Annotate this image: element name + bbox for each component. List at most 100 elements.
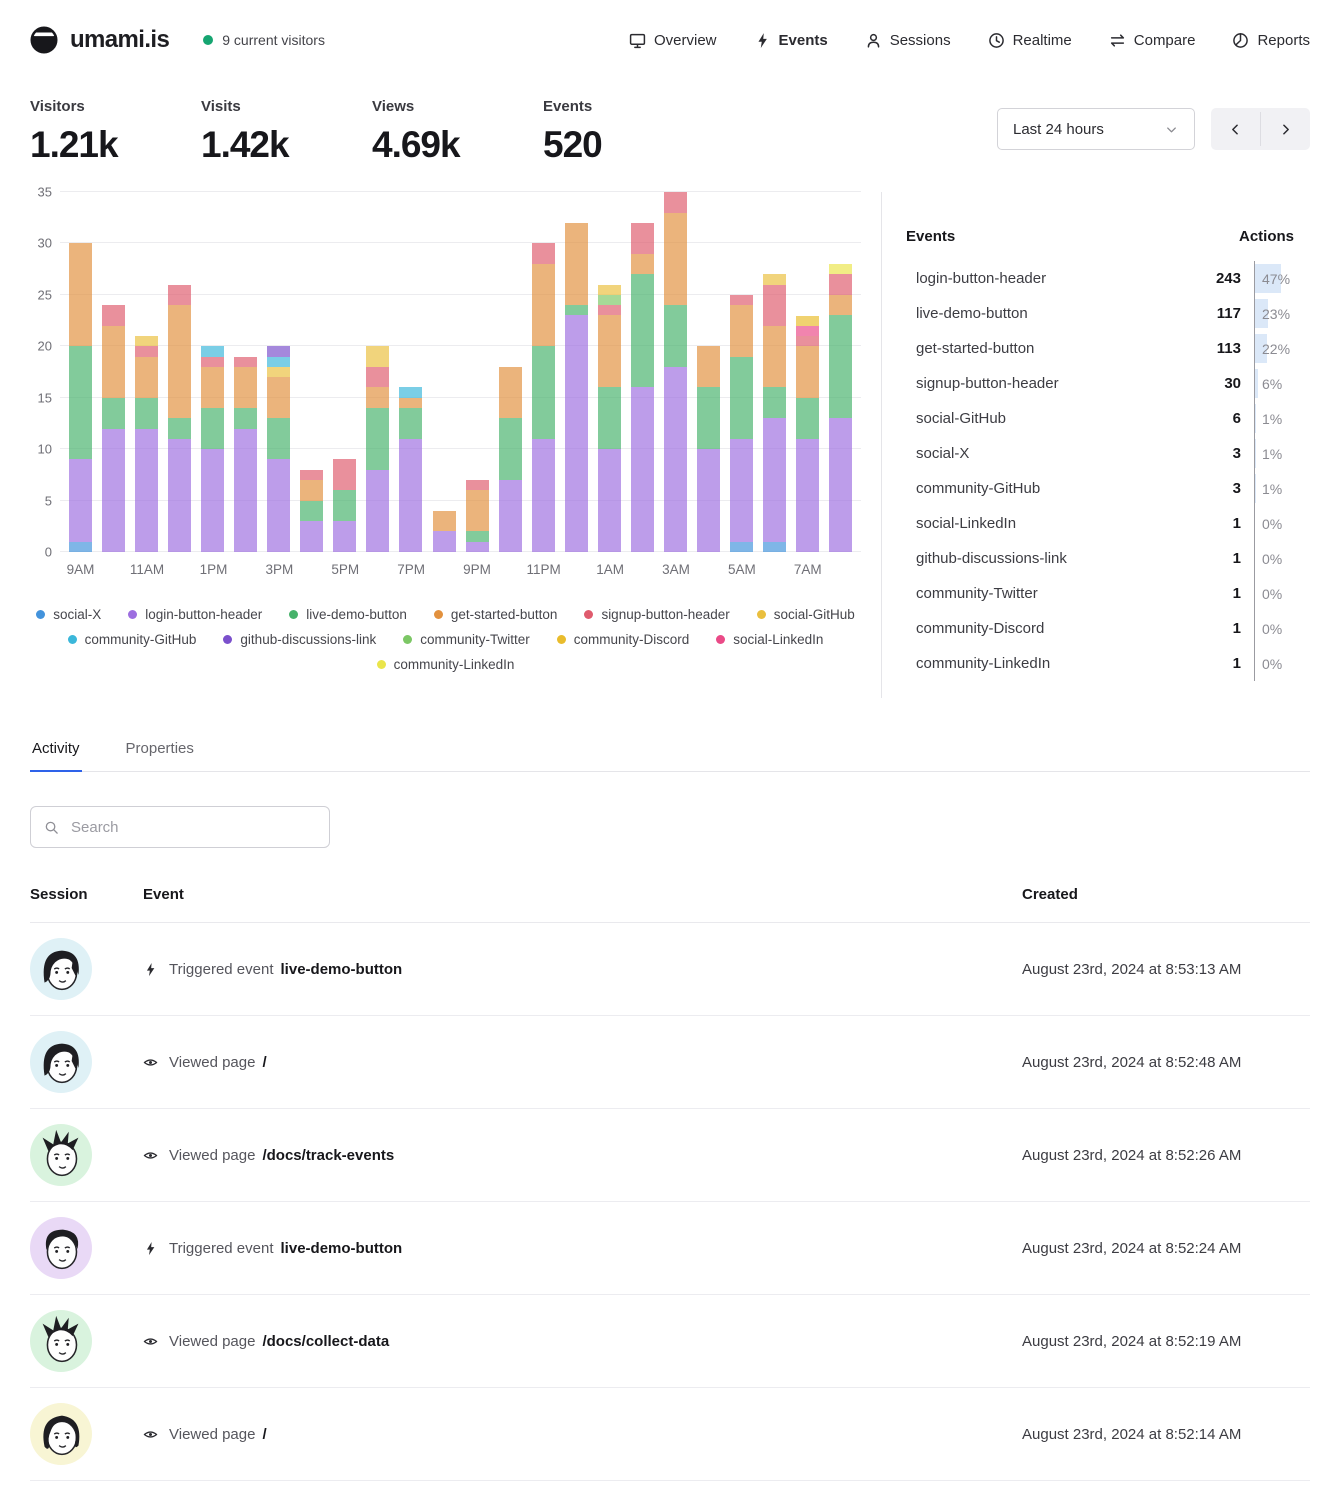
stacked-bar-9AM[interactable]: [69, 243, 92, 552]
legend-dot-icon: [128, 610, 137, 619]
event-target[interactable]: /docs/track-events: [262, 1147, 394, 1164]
bar-slot-11AM: [130, 192, 163, 552]
stacked-bar-8AM[interactable]: [829, 264, 852, 552]
stacked-bar-1AM[interactable]: [598, 285, 621, 552]
bar-slot-7PM: [394, 192, 427, 552]
event-target[interactable]: /: [262, 1426, 266, 1443]
main-nav: Overview Events Sessions Realtime Compare Rep…: [629, 32, 1310, 49]
event-row-live-demo-button[interactable]: live-demo-button11723%: [906, 296, 1310, 331]
legend-label: github-discussions-link: [240, 632, 376, 647]
tab-properties[interactable]: Properties: [124, 732, 196, 771]
event-row-social-GitHub[interactable]: social-GitHub61%: [906, 401, 1310, 436]
stacked-bar-6PM[interactable]: [366, 346, 389, 552]
event-row-community-Twitter[interactable]: community-Twitter10%: [906, 576, 1310, 611]
event-row-signup-button-header[interactable]: signup-button-header306%: [906, 366, 1310, 401]
bar-segment-social-GitHub: [598, 285, 621, 295]
brand-name[interactable]: umami.is: [70, 26, 169, 54]
bar-segment-login-button-header: [433, 531, 456, 552]
stacked-bar-11PM[interactable]: [532, 243, 555, 552]
stacked-bar-10PM[interactable]: [499, 367, 522, 552]
stacked-bar-4PM[interactable]: [300, 470, 323, 552]
event-row-get-started-button[interactable]: get-started-button11322%: [906, 331, 1310, 366]
bar-segment-live-demo-button: [234, 408, 257, 429]
session-avatar[interactable]: [30, 1403, 92, 1465]
search-input[interactable]: [69, 818, 316, 837]
session-avatar[interactable]: [30, 1031, 92, 1093]
event-row-social-X[interactable]: social-X31%: [906, 436, 1310, 471]
nav-item-compare[interactable]: Compare: [1109, 32, 1196, 49]
legend-item-community-Discord: community-Discord: [557, 632, 690, 647]
event-target[interactable]: /: [262, 1054, 266, 1071]
event-row-github-discussions-link[interactable]: github-discussions-link10%: [906, 541, 1310, 576]
nav-item-sessions[interactable]: Sessions: [865, 32, 951, 49]
eye-icon: [143, 1427, 158, 1442]
stacked-bar-2AM[interactable]: [631, 223, 654, 552]
created-cell: August 23rd, 2024 at 8:52:19 AM: [1022, 1333, 1310, 1350]
column-event: Event: [143, 886, 1022, 903]
next-range-button[interactable]: [1261, 108, 1310, 150]
prev-range-button[interactable]: [1211, 108, 1260, 150]
stacked-bar-12AM[interactable]: [565, 223, 588, 552]
stacked-bar-3AM[interactable]: [664, 192, 687, 552]
session-avatar[interactable]: [30, 1217, 92, 1279]
activity-row: Viewed page/August 23rd, 2024 at 8:52:14…: [30, 1388, 1310, 1481]
metric-label: Events: [543, 98, 714, 115]
event-row-social-LinkedIn[interactable]: social-LinkedIn10%: [906, 506, 1310, 541]
session-avatar[interactable]: [30, 1310, 92, 1372]
y-axis-label: 25: [38, 287, 52, 302]
date-range-value: Last 24 hours: [1013, 121, 1104, 138]
stacked-bar-9PM[interactable]: [466, 480, 489, 552]
bar-slot-4AM: [692, 192, 725, 552]
main-split: 05101520253035 9AM11AM1PM3PM5PM7PM9PM11P…: [30, 192, 1310, 698]
nav-item-realtime[interactable]: Realtime: [988, 32, 1072, 49]
bar-segment-social-LinkedIn: [796, 326, 819, 336]
stacked-bar-8PM[interactable]: [433, 511, 456, 552]
stacked-bar-12PM[interactable]: [168, 285, 191, 552]
legend-item-social-LinkedIn: social-LinkedIn: [716, 632, 823, 647]
event-target[interactable]: live-demo-button: [281, 1240, 403, 1257]
event-row-community-LinkedIn[interactable]: community-LinkedIn10%: [906, 646, 1310, 681]
session-avatar[interactable]: [30, 1124, 92, 1186]
event-target[interactable]: live-demo-button: [281, 961, 403, 978]
bar-segment-login-button-header: [631, 387, 654, 552]
stacked-bar-7PM[interactable]: [399, 387, 422, 552]
bar-segment-login-button-header: [234, 429, 257, 552]
bar-segment-login-button-header: [697, 449, 720, 552]
event-row-community-GitHub[interactable]: community-GitHub31%: [906, 471, 1310, 506]
stacked-bar-6AM[interactable]: [763, 274, 786, 552]
stacked-bar-4AM[interactable]: [697, 346, 720, 552]
bar-segment-signup-button-header: [333, 459, 356, 490]
metric-value: 520: [543, 124, 714, 166]
bar-segment-social-GitHub: [763, 274, 786, 284]
nav-item-events[interactable]: Events: [754, 32, 828, 49]
x-axis-label: [230, 562, 263, 577]
bar-slot-9AM: [64, 192, 97, 552]
event-row-community-Discord[interactable]: community-Discord10%: [906, 611, 1310, 646]
stacked-bar-2PM[interactable]: [234, 357, 257, 552]
stacked-bar-3PM[interactable]: [267, 346, 290, 552]
stacked-bar-7AM[interactable]: [796, 316, 819, 552]
bar-segment-get-started-button: [532, 264, 555, 346]
stacked-bar-10AM[interactable]: [102, 305, 125, 552]
stacked-bar-5AM[interactable]: [730, 295, 753, 552]
stacked-bar-5PM[interactable]: [333, 459, 356, 552]
chart-section: 05101520253035 9AM11AM1PM3PM5PM7PM9PM11P…: [30, 192, 882, 698]
chart-plot: [60, 192, 861, 552]
nav-item-overview[interactable]: Overview: [629, 32, 717, 49]
tab-activity[interactable]: Activity: [30, 732, 82, 772]
bar-segment-get-started-button: [433, 511, 456, 532]
stacked-bar-1PM[interactable]: [201, 346, 224, 552]
event-name: community-GitHub: [906, 480, 1233, 497]
event-name: login-button-header: [906, 270, 1216, 287]
stacked-bar-11AM[interactable]: [135, 336, 158, 552]
event-target[interactable]: /docs/collect-data: [262, 1333, 389, 1350]
nav-item-reports[interactable]: Reports: [1232, 32, 1310, 49]
event-row-login-button-header[interactable]: login-button-header24347%: [906, 261, 1310, 296]
bar-segment-live-demo-button: [267, 418, 290, 459]
legend-dot-icon: [757, 610, 766, 619]
x-axis-label: 1AM: [594, 562, 627, 577]
bar-segment-get-started-button: [168, 305, 191, 418]
date-range-select[interactable]: Last 24 hours: [997, 108, 1195, 150]
session-avatar[interactable]: [30, 938, 92, 1000]
event-name: signup-button-header: [906, 375, 1224, 392]
